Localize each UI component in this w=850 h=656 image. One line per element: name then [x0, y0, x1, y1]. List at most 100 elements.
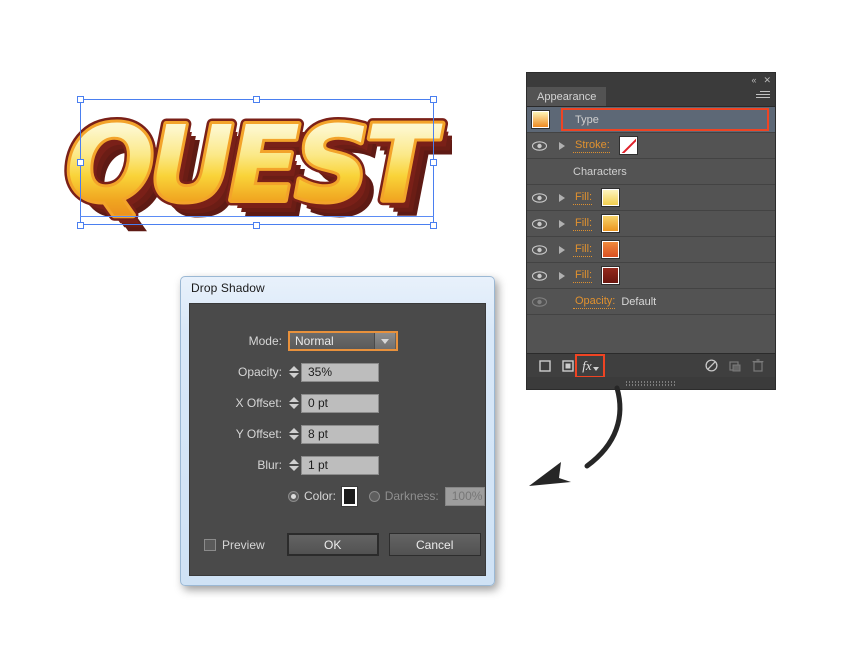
- stroke-none-swatch[interactable]: [618, 136, 638, 155]
- fill-2-swatch[interactable]: [601, 214, 621, 233]
- dialog-body: Mode: Normal Opacity: 35% X Offset: 0 pt: [189, 303, 486, 576]
- eye-icon: [531, 244, 547, 255]
- y-offset-input[interactable]: 8 pt: [301, 424, 379, 444]
- artboard-canvas: QUEST: [0, 0, 500, 270]
- type-thumbnail-icon: [531, 110, 550, 129]
- cancel-button[interactable]: Cancel: [388, 533, 481, 556]
- opacity-input[interactable]: 35%: [301, 362, 379, 382]
- opacity-label: Opacity:: [237, 365, 282, 379]
- appearance-row-stroke[interactable]: Stroke:: [527, 133, 775, 159]
- field-row-y-offset: Y Offset: 8 pt: [190, 423, 485, 445]
- clear-appearance-icon[interactable]: [700, 356, 723, 375]
- selection-handle-bottom-left[interactable]: [77, 222, 84, 229]
- fill-1-swatch[interactable]: [601, 188, 621, 207]
- blur-label: Blur:: [257, 458, 282, 472]
- mode-select[interactable]: Normal: [288, 331, 398, 351]
- add-new-stroke-icon[interactable]: [533, 356, 556, 375]
- eye-icon: [531, 192, 547, 203]
- appearance-row-fill-1[interactable]: Fill:: [527, 185, 775, 211]
- appearance-row-opacity-value: Default: [621, 295, 657, 308]
- fill-2-visibility-toggle[interactable]: [527, 218, 551, 229]
- delete-item-icon[interactable]: [746, 356, 769, 375]
- preview-checkbox[interactable]: [204, 538, 216, 551]
- fill-1-disclosure-triangle[interactable]: [551, 193, 573, 202]
- appearance-row-fill-2[interactable]: Fill:: [527, 211, 775, 237]
- dialog-titlebar: Drop Shadow: [181, 277, 494, 301]
- appearance-row-stroke-label[interactable]: Stroke:: [573, 139, 610, 153]
- fill-1-visibility-toggle[interactable]: [527, 192, 551, 203]
- fx-icon[interactable]: fx: [575, 354, 605, 378]
- appearance-row-type-label: Type: [575, 113, 599, 126]
- stroke-disclosure-triangle[interactable]: [551, 141, 573, 150]
- fx-dropdown-arrow-icon: [592, 366, 599, 371]
- appearance-row-type[interactable]: Type: [527, 107, 775, 133]
- darkness-label: Darkness:: [384, 489, 439, 503]
- chevron-down-icon[interactable]: [374, 333, 395, 349]
- field-row-x-offset: X Offset: 0 pt: [190, 392, 485, 414]
- fill-3-disclosure-triangle[interactable]: [551, 245, 573, 254]
- duplicate-item-icon[interactable]: [723, 356, 746, 375]
- fill-3-visibility-toggle[interactable]: [527, 244, 551, 255]
- appearance-row-fill-2-label[interactable]: Fill:: [573, 217, 593, 231]
- fill-4-swatch[interactable]: [601, 266, 621, 285]
- appearance-row-opacity-label[interactable]: Opacity:: [573, 295, 616, 309]
- preview-label: Preview: [222, 537, 265, 552]
- selection-handle-top-center[interactable]: [253, 96, 260, 103]
- appearance-panel: « ✕ Appearance Type Stroke: Characters F…: [526, 72, 776, 390]
- blur-stepper[interactable]: [288, 455, 299, 475]
- selection-bounding-box[interactable]: [80, 99, 434, 225]
- appearance-row-fill-1-label[interactable]: Fill:: [573, 191, 593, 205]
- eye-icon: [531, 296, 547, 307]
- color-radio[interactable]: [288, 490, 299, 502]
- field-row-opacity: Opacity: 35%: [190, 361, 485, 383]
- tab-appearance[interactable]: Appearance: [527, 87, 607, 106]
- appearance-row-fill-4[interactable]: Fill:: [527, 263, 775, 289]
- drop-shadow-dialog: Drop Shadow Mode: Normal Opacity: 35% X …: [180, 276, 495, 586]
- appearance-row-fill-3[interactable]: Fill:: [527, 237, 775, 263]
- panel-menu-icon[interactable]: [756, 91, 770, 100]
- selection-handle-middle-left[interactable]: [77, 159, 84, 166]
- appearance-row-opacity[interactable]: Opacity: Default: [527, 289, 775, 315]
- x-offset-label: X Offset:: [235, 396, 282, 410]
- dialog-actions: Preview OK Cancel: [190, 533, 485, 556]
- selection-baseline: [80, 216, 434, 217]
- color-swatch[interactable]: [341, 485, 358, 507]
- fill-3-swatch[interactable]: [601, 240, 621, 259]
- y-offset-label: Y Offset:: [235, 427, 282, 441]
- fill-4-visibility-toggle[interactable]: [527, 270, 551, 281]
- appearance-row-characters-label: Characters: [573, 165, 627, 178]
- x-offset-input[interactable]: 0 pt: [301, 393, 379, 413]
- ok-button[interactable]: OK: [286, 533, 379, 556]
- selection-handle-top-left[interactable]: [77, 96, 84, 103]
- mode-select-value: Normal: [295, 334, 334, 348]
- selection-handle-bottom-center[interactable]: [253, 222, 260, 229]
- dialog-title: Drop Shadow: [191, 281, 265, 295]
- blur-input[interactable]: 1 pt: [301, 455, 379, 475]
- fill-2-disclosure-triangle[interactable]: [551, 219, 573, 228]
- mode-label: Mode:: [248, 334, 282, 348]
- eye-icon: [531, 140, 547, 151]
- selection-handle-top-right[interactable]: [430, 96, 437, 103]
- selection-handle-middle-right[interactable]: [430, 159, 437, 166]
- appearance-item-list: Type Stroke: Characters Fill: Fill: Fill…: [527, 107, 775, 315]
- x-offset-stepper[interactable]: [288, 393, 299, 413]
- y-offset-stepper[interactable]: [288, 424, 299, 444]
- stroke-visibility-toggle[interactable]: [527, 140, 551, 151]
- appearance-row-fill-3-label[interactable]: Fill:: [573, 243, 593, 257]
- opacity-stepper[interactable]: [288, 362, 299, 382]
- panel-footer-toolbar: fx: [527, 353, 775, 378]
- fill-4-disclosure-triangle[interactable]: [551, 271, 573, 280]
- darkness-radio[interactable]: [368, 490, 380, 502]
- collapse-panel-icon[interactable]: «: [751, 75, 756, 85]
- appearance-row-characters[interactable]: Characters: [527, 159, 775, 185]
- color-label: Color:: [304, 489, 337, 503]
- opacity-visibility-toggle[interactable]: [527, 296, 551, 307]
- selection-handle-bottom-right[interactable]: [430, 222, 437, 229]
- add-new-fill-icon[interactable]: [556, 356, 579, 375]
- close-panel-icon[interactable]: ✕: [763, 75, 771, 85]
- callout-arrow: [529, 385, 623, 486]
- panel-tabbar: Appearance: [527, 87, 775, 107]
- appearance-row-fill-4-label[interactable]: Fill:: [573, 269, 593, 283]
- eye-icon: [531, 218, 547, 229]
- shadow-color-options: Color: Darkness: 100%: [190, 485, 485, 507]
